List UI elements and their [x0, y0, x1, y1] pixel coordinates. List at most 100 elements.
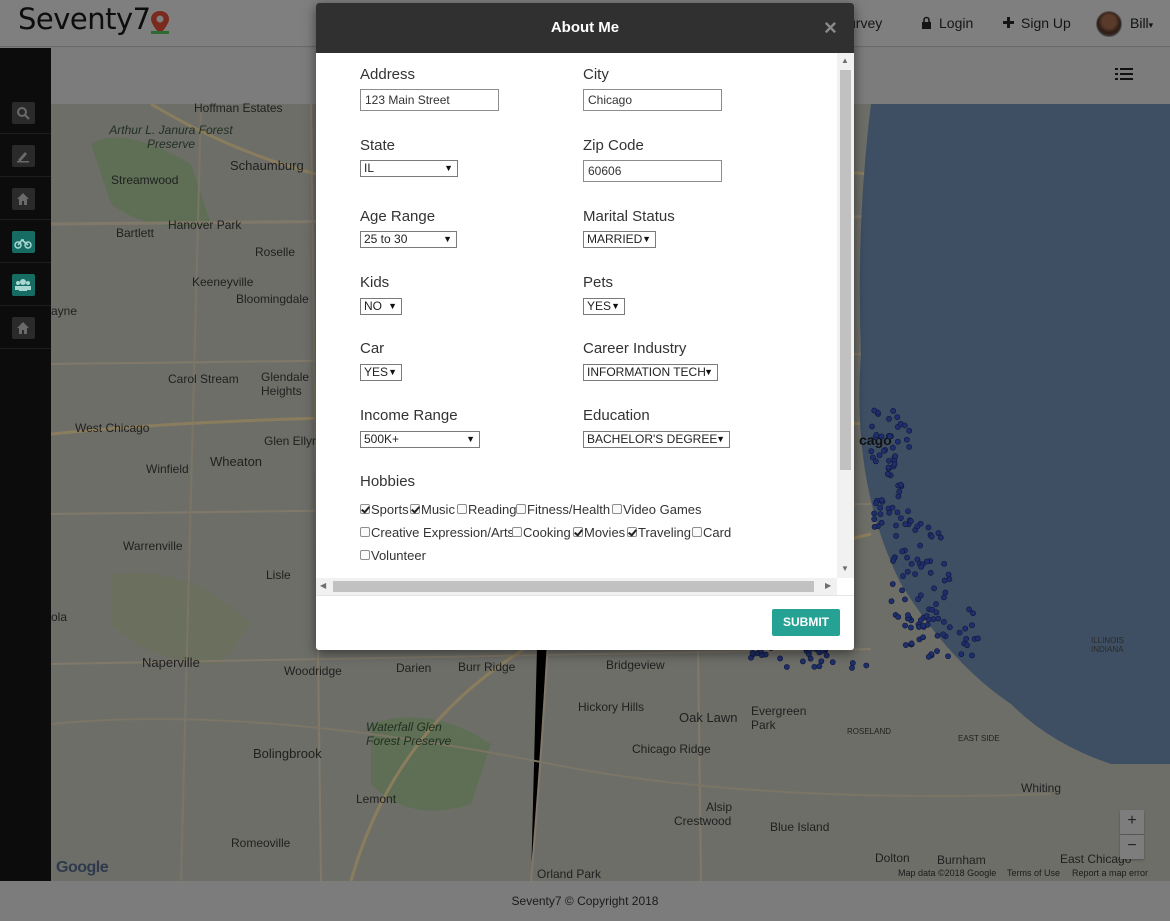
map-marker[interactable]: [888, 598, 895, 605]
map-marker[interactable]: [914, 523, 921, 530]
map-marker[interactable]: [934, 632, 941, 639]
map-marker[interactable]: [878, 433, 885, 440]
map-marker[interactable]: [945, 653, 951, 660]
vertical-scrollbar[interactable]: ▲ ▼: [837, 53, 854, 578]
map-marker[interactable]: [931, 585, 937, 592]
checkbox-icon[interactable]: [457, 504, 467, 514]
map-marker[interactable]: [966, 606, 972, 613]
checkbox-icon[interactable]: [612, 504, 622, 514]
scroll-up-icon[interactable]: ▲: [841, 56, 849, 65]
map-marker[interactable]: [933, 601, 939, 607]
map-marker[interactable]: [892, 453, 899, 460]
map-marker[interactable]: [807, 655, 814, 662]
scroll-right-icon[interactable]: ▶: [825, 581, 831, 590]
map-marker[interactable]: [902, 642, 909, 648]
map-marker[interactable]: [903, 436, 910, 443]
map-marker[interactable]: [937, 534, 944, 541]
hobby-traveling[interactable]: Traveling: [627, 525, 691, 540]
checkbox-icon[interactable]: [360, 550, 370, 560]
map-marker[interactable]: [941, 594, 947, 601]
map-marker[interactable]: [877, 511, 884, 517]
map-marker[interactable]: [897, 481, 904, 488]
map-marker[interactable]: [895, 493, 902, 500]
map-marker[interactable]: [941, 619, 947, 625]
map-marker[interactable]: [946, 624, 953, 631]
map-marker[interactable]: [868, 448, 875, 455]
map-marker[interactable]: [925, 653, 932, 660]
horizontal-scrollbar[interactable]: ◀ ▶: [316, 578, 837, 595]
scroll-left-icon[interactable]: ◀: [320, 581, 326, 590]
map-marker[interactable]: [907, 518, 914, 524]
scrollbar-thumb[interactable]: [333, 581, 814, 592]
hobby-volunteer[interactable]: Volunteer: [360, 548, 426, 563]
checkbox-icon[interactable]: [360, 504, 370, 514]
brand-logo[interactable]: Seventy7: [18, 2, 151, 36]
map-marker[interactable]: [894, 414, 901, 421]
avatar[interactable]: [1096, 11, 1122, 37]
map-marker[interactable]: [942, 589, 949, 596]
map-marker[interactable]: [904, 568, 911, 575]
map-marker[interactable]: [930, 616, 937, 623]
sidebar-item-home-2[interactable]: [0, 306, 51, 349]
map-marker[interactable]: [818, 658, 825, 665]
map-marker[interactable]: [777, 655, 784, 662]
map-marker[interactable]: [906, 444, 913, 450]
map-marker[interactable]: [893, 522, 899, 529]
hobby-card[interactable]: Card: [692, 525, 731, 540]
map-marker[interactable]: [925, 524, 932, 531]
map-marker[interactable]: [885, 464, 892, 471]
sidebar-item-bicycle[interactable]: [0, 220, 51, 263]
map-marker[interactable]: [881, 447, 887, 454]
map-marker[interactable]: [899, 587, 905, 594]
education-select[interactable]: BACHELOR'S DEGREE ▼: [583, 431, 730, 448]
map-marker[interactable]: [873, 500, 879, 507]
map-marker[interactable]: [940, 631, 947, 638]
map-marker[interactable]: [889, 504, 896, 511]
map-marker[interactable]: [783, 664, 790, 670]
map-marker[interactable]: [908, 624, 914, 631]
map-marker[interactable]: [894, 438, 901, 445]
map-marker[interactable]: [869, 423, 875, 430]
map-marker[interactable]: [886, 415, 892, 422]
map-marker[interactable]: [923, 613, 930, 619]
map-marker[interactable]: [908, 560, 915, 567]
map-marker[interactable]: [749, 650, 756, 656]
map-marker[interactable]: [902, 596, 908, 603]
map-marker[interactable]: [969, 622, 975, 629]
scrollbar-thumb[interactable]: [840, 70, 851, 470]
map-marker[interactable]: [934, 648, 940, 655]
report-map-error-link[interactable]: Report a map error: [1072, 868, 1148, 878]
map-marker[interactable]: [871, 407, 878, 414]
map-marker[interactable]: [876, 452, 883, 459]
map-marker[interactable]: [829, 659, 836, 666]
sidebar-item-group[interactable]: [0, 263, 51, 306]
map-marker[interactable]: [890, 557, 897, 564]
map-marker[interactable]: [886, 509, 893, 516]
checkbox-icon[interactable]: [516, 504, 526, 514]
zoom-in-button[interactable]: +: [1120, 810, 1144, 834]
map-marker[interactable]: [956, 629, 963, 636]
checkbox-icon[interactable]: [360, 527, 370, 537]
map-marker[interactable]: [975, 635, 981, 642]
zoom-out-button[interactable]: −: [1120, 835, 1144, 859]
map-marker[interactable]: [964, 642, 970, 649]
map-marker[interactable]: [935, 615, 942, 622]
map-marker[interactable]: [886, 433, 893, 440]
checkbox-icon[interactable]: [512, 527, 522, 537]
map-marker[interactable]: [849, 660, 856, 666]
checkbox-icon[interactable]: [692, 527, 702, 537]
map-marker[interactable]: [908, 640, 915, 647]
map-marker[interactable]: [863, 662, 870, 669]
map-marker[interactable]: [927, 569, 934, 576]
map-marker[interactable]: [962, 625, 969, 632]
map-marker[interactable]: [816, 663, 823, 670]
pets-select[interactable]: YES ▼: [583, 298, 625, 315]
map-marker[interactable]: [799, 658, 806, 665]
map-marker[interactable]: [904, 554, 910, 561]
map-marker[interactable]: [958, 651, 965, 658]
map-marker[interactable]: [897, 515, 904, 521]
career-industry-select[interactable]: INFORMATION TECH ▼: [583, 364, 718, 381]
checkbox-icon[interactable]: [573, 527, 583, 537]
map-marker[interactable]: [912, 571, 919, 577]
map-marker[interactable]: [901, 422, 908, 429]
